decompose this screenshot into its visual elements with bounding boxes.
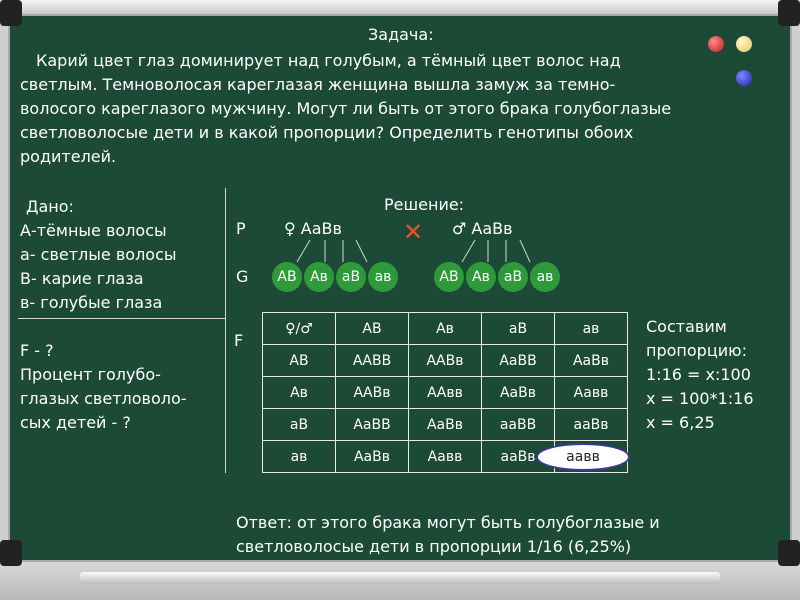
- proportion-line: x = 6,25: [646, 413, 715, 432]
- cell: аВ: [262, 408, 336, 441]
- gamete-male: Ав: [466, 262, 496, 292]
- cell: ав: [262, 440, 336, 473]
- cell: АаВВ: [481, 344, 555, 377]
- gamete-female: аВ: [336, 262, 366, 292]
- cell: АаВв: [408, 408, 482, 441]
- proportion-line: 1:16 = x:100: [646, 365, 751, 384]
- cell: АаВВ: [335, 408, 409, 441]
- answer-line: светловолосые дети в пропорции 1/16 (6,2…: [236, 537, 632, 556]
- proportion-line: x = 100*1:16: [646, 389, 754, 408]
- cell: ааВВ: [481, 408, 555, 441]
- gamete-female: ав: [368, 262, 398, 292]
- table-row: Ав ААВв ААвв АаВв Аавв: [262, 376, 628, 409]
- cell: ААВв: [408, 344, 482, 377]
- cell: ааВв: [554, 408, 628, 441]
- cell: Ав: [262, 376, 336, 409]
- table-row: аВ АаВВ АаВв ааВВ ааВв: [262, 408, 628, 441]
- cell: АаВв: [554, 344, 628, 377]
- table-header-row: ♀/♂ АВ Ав аВ ав: [262, 312, 628, 345]
- gamete-male: АВ: [434, 262, 464, 292]
- cell: ААВв: [335, 376, 409, 409]
- header-cell: ав: [554, 312, 628, 345]
- gamete-male: аВ: [498, 262, 528, 292]
- cell: АаВв: [335, 440, 409, 473]
- gamete-arrows: [296, 239, 531, 263]
- header-cell: Ав: [408, 312, 482, 345]
- cell: ААВВ: [335, 344, 409, 377]
- proportion-line: пропорцию:: [646, 341, 747, 360]
- table-row: АВ ААВВ ААВв АаВВ АаВв: [262, 344, 628, 377]
- cell: Аавв: [408, 440, 482, 473]
- header-cell: ♀/♂: [262, 312, 336, 345]
- header-cell: аВ: [481, 312, 555, 345]
- cell: ААвв: [408, 376, 482, 409]
- highlighted-genotype: аавв: [536, 443, 630, 471]
- answer-line: Ответ: от этого брака могут быть голубог…: [236, 513, 660, 532]
- cell: АаВв: [481, 376, 555, 409]
- header-cell: АВ: [335, 312, 409, 345]
- gamete-male: ав: [530, 262, 560, 292]
- gamete-female: АВ: [272, 262, 302, 292]
- cell: АВ: [262, 344, 336, 377]
- highlighted-genotype-text: аавв: [566, 449, 600, 465]
- proportion-line: Составим: [646, 317, 727, 336]
- gamete-female: Ав: [304, 262, 334, 292]
- cell: Аавв: [554, 376, 628, 409]
